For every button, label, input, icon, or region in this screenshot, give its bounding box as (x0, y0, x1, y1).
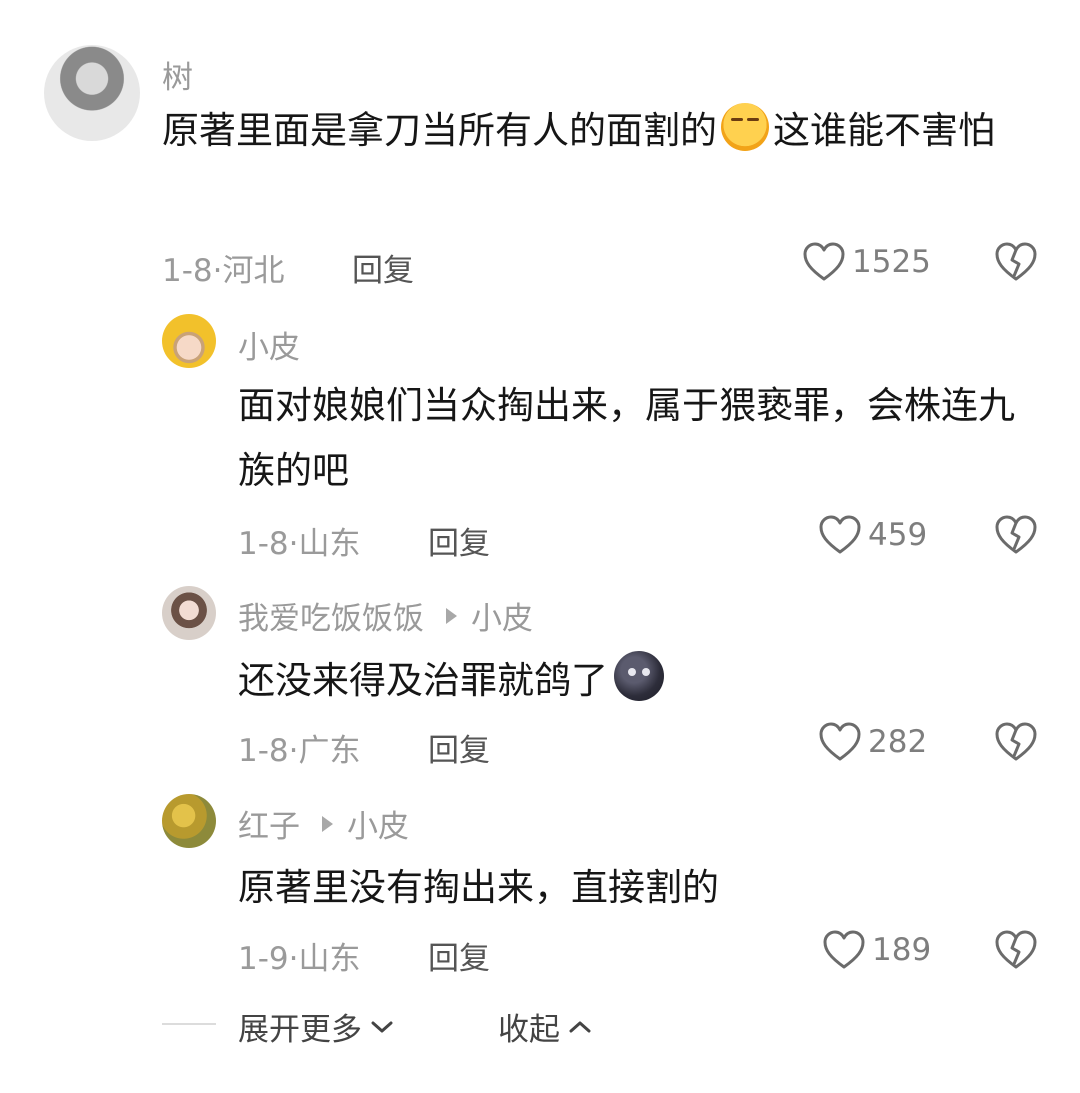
avatar[interactable] (44, 45, 140, 141)
avatar[interactable] (162, 314, 216, 368)
chevron-down-icon (371, 1021, 393, 1032)
reply-to-name[interactable]: 小皮 (471, 593, 533, 638)
comment-text-part-1: 原著里面是拿刀当所有人的面割的 (162, 109, 717, 152)
expand-more-label: 展开更多 (238, 1012, 362, 1048)
comment-date: 1-8 (238, 526, 289, 562)
dislike-button[interactable] (994, 242, 1038, 282)
new-moon-face-emoji (614, 651, 664, 701)
like-button[interactable]: 189 (822, 930, 931, 970)
broken-heart-icon (995, 930, 1037, 969)
heart-outline-icon (823, 930, 865, 969)
avatar[interactable] (162, 586, 216, 640)
comment-author[interactable]: 红子 小皮 (238, 801, 409, 846)
heart-outline-icon (819, 515, 861, 554)
play-triangle-icon (322, 815, 333, 832)
reply-to-name[interactable]: 小皮 (347, 801, 409, 846)
comment-meta: 1-9·山东 (238, 941, 361, 977)
like-button[interactable]: 282 (818, 722, 927, 762)
broken-heart-icon (995, 515, 1037, 554)
like-count: 459 (868, 517, 928, 553)
reply-button[interactable]: 回复 (428, 933, 490, 978)
avatar[interactable] (162, 794, 216, 848)
like-count: 282 (868, 724, 928, 760)
author-name[interactable]: 树 (162, 52, 193, 97)
like-count: 1525 (852, 244, 931, 280)
comment-meta: 1-8·广东 (238, 733, 361, 769)
author-name[interactable]: 红子 (238, 801, 300, 846)
comment-location: 广东 (298, 733, 361, 769)
like-count: 189 (872, 932, 932, 968)
comment-text: 原著里没有掏出来，直接割的 (238, 866, 719, 909)
author-name[interactable]: 我爱吃饭饭饭 (238, 593, 424, 638)
like-button[interactable]: 1525 (802, 242, 931, 282)
comment-text-part-2: 这谁能不害怕 (773, 109, 995, 152)
comment-meta: 1-8·山东 (238, 526, 361, 562)
reply-button[interactable]: 回复 (428, 518, 490, 563)
like-button[interactable]: 459 (818, 515, 927, 555)
dislike-button[interactable] (994, 930, 1038, 970)
reply-button[interactable]: 回复 (428, 725, 490, 770)
comment-date: 1-8 (238, 733, 289, 769)
reply-button[interactable]: 回复 (352, 245, 414, 290)
comment-location: 山东 (298, 941, 361, 977)
collapse-label: 收起 (498, 1012, 560, 1048)
chevron-up-icon (569, 1021, 591, 1032)
collapse-button[interactable]: 收起 (498, 1004, 592, 1049)
comment-location: 河北 (222, 253, 285, 289)
comment-text-part-1: 还没来得及治罪就鸽了 (238, 659, 608, 702)
comment-text: 还没来得及治罪就鸽了 (238, 648, 1038, 713)
comment-author[interactable]: 树 (162, 52, 193, 97)
comment-date: 1-8 (162, 253, 213, 289)
dislike-button[interactable] (994, 515, 1038, 555)
comment-author[interactable]: 小皮 (238, 322, 300, 367)
play-triangle-icon (446, 607, 457, 624)
dislike-button[interactable] (994, 722, 1038, 762)
comment-text: 面对娘娘们当众掏出来，属于猥亵罪，会株连九族的吧 (238, 384, 1015, 492)
comment-location: 山东 (298, 526, 361, 562)
comment-author[interactable]: 我爱吃饭饭饭 小皮 (238, 593, 533, 638)
divider (162, 1023, 216, 1025)
blushing-face-emoji (721, 103, 769, 151)
heart-outline-icon (819, 722, 861, 761)
broken-heart-icon (995, 722, 1037, 761)
heart-outline-icon (803, 242, 845, 281)
comment-meta: 1-8·河北 (162, 253, 285, 289)
expand-more-button[interactable]: 展开更多 (238, 1004, 394, 1049)
broken-heart-icon (995, 242, 1037, 281)
comment-text: 原著里面是拿刀当所有人的面割的 这谁能不害怕 (162, 98, 1032, 163)
author-name[interactable]: 小皮 (238, 322, 300, 367)
comment-date: 1-9 (238, 941, 289, 977)
